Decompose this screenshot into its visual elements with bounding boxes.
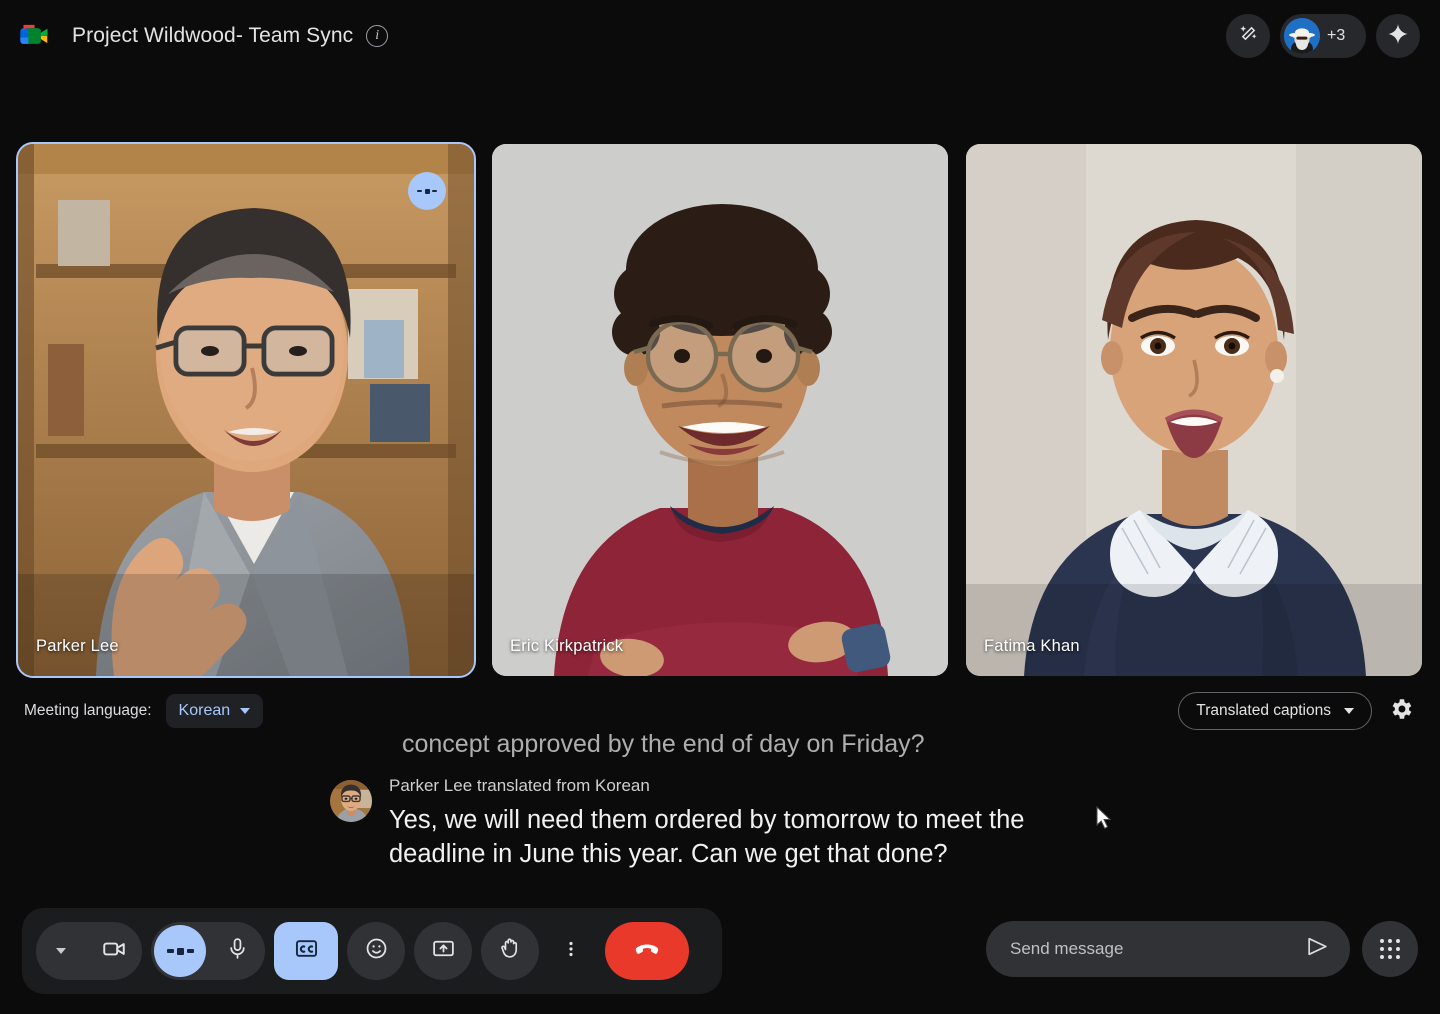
- caption-settings-button[interactable]: [1386, 696, 1416, 726]
- gear-icon: [1388, 696, 1414, 727]
- reactions-button[interactable]: [347, 922, 405, 980]
- page-title: Project Wildwood- Team Sync: [72, 24, 354, 47]
- caption-current-text: Yes, we will need them ordered by tomorr…: [389, 805, 1025, 868]
- participant-overflow-count: +3: [1327, 27, 1346, 44]
- video-feed: [966, 144, 1422, 676]
- info-icon[interactable]: i: [366, 25, 389, 47]
- raise-hand-icon: [498, 936, 523, 966]
- closed-captions-icon: [293, 935, 320, 967]
- avatar: [1284, 18, 1320, 54]
- audio-level-icon: [408, 172, 446, 210]
- meeting-language-label: Meeting language:: [24, 702, 152, 719]
- send-arrow-icon: [1305, 934, 1330, 964]
- meeting-language-value: Korean: [178, 702, 231, 719]
- gemini-button[interactable]: [1376, 14, 1420, 58]
- participant-name-label: Eric Kirkpatrick: [510, 637, 624, 655]
- top-bar-actions: +3: [1226, 14, 1420, 58]
- video-feed: [18, 144, 474, 676]
- caption-speaker-meta: Parker Lee translated from Korean: [389, 775, 650, 795]
- camera-options-button[interactable]: [36, 922, 86, 980]
- video-tile-fatima-khan[interactable]: Fatima Khan: [966, 144, 1422, 676]
- meeting-language-select[interactable]: Korean: [165, 694, 264, 728]
- meeting-control-bar: [22, 908, 722, 994]
- gemini-sparkle-icon: [1386, 22, 1410, 51]
- audio-level-icon: [154, 925, 206, 977]
- apps-button[interactable]: [1362, 921, 1418, 977]
- google-meet-logo-icon: [14, 17, 52, 55]
- camera-toggle-button[interactable]: [86, 922, 142, 980]
- top-bar: Project Wildwood- Team Sync i +3: [0, 0, 1440, 72]
- leave-call-button[interactable]: [605, 922, 689, 980]
- chevron-down-icon: [56, 948, 66, 954]
- end-call-icon: [632, 934, 662, 969]
- video-grid: Parker Lee Eric Kirkpatrick Fatima Khan: [16, 142, 1422, 678]
- microphone-toggle-button[interactable]: [209, 922, 265, 980]
- microphone-icon: [225, 936, 250, 966]
- more-vertical-icon: [561, 939, 581, 964]
- video-camera-icon: [101, 936, 127, 967]
- send-message-box[interactable]: [986, 921, 1350, 977]
- audio-level-indicator: [151, 922, 209, 980]
- caption-entry: Parker Lee translated from Korean Yes, w…: [330, 776, 1110, 871]
- chevron-down-icon: [1344, 708, 1354, 714]
- visual-effects-button[interactable]: [1226, 14, 1270, 58]
- caption-body: Parker Lee translated from Korean Yes, w…: [389, 776, 1089, 871]
- message-bar: [986, 921, 1418, 977]
- chevron-down-icon: [240, 708, 251, 714]
- mouse-pointer-icon: [1096, 805, 1113, 836]
- video-tile-eric-kirkpatrick[interactable]: Eric Kirkpatrick: [492, 144, 948, 676]
- video-tile-parker-lee[interactable]: Parker Lee: [16, 142, 476, 678]
- google-meet-window: Project Wildwood- Team Sync i +3 Parker …: [0, 0, 1440, 1014]
- video-feed: [492, 144, 948, 676]
- send-message-input[interactable]: [1010, 939, 1300, 959]
- participants-button[interactable]: +3: [1280, 14, 1366, 58]
- emoji-smiley-icon: [364, 936, 389, 966]
- microphone-control-group: [151, 922, 265, 980]
- present-screen-button[interactable]: [414, 922, 472, 980]
- present-screen-icon: [431, 936, 456, 966]
- caption-mode-value: Translated captions: [1196, 702, 1331, 719]
- parker-lee-avatar: [330, 779, 372, 822]
- raise-hand-button[interactable]: [481, 922, 539, 980]
- caption-previous-line: concept approved by the end of day on Fr…: [402, 730, 925, 758]
- caption-controls-right: Translated captions: [1178, 692, 1416, 730]
- apps-grid-icon: [1380, 939, 1400, 959]
- caption-mode-select[interactable]: Translated captions: [1178, 692, 1372, 730]
- send-message-button[interactable]: [1300, 932, 1334, 966]
- captions-toggle-button[interactable]: [274, 922, 338, 980]
- camera-control-group: [36, 922, 142, 980]
- magic-wand-icon: [1238, 23, 1259, 49]
- caption-controls-row: Meeting language: Korean Translated capt…: [0, 690, 1440, 732]
- more-options-button[interactable]: [548, 922, 594, 980]
- captions-panel: concept approved by the end of day on Fr…: [0, 728, 1440, 888]
- participant-name-label: Parker Lee: [36, 637, 119, 655]
- participant-name-label: Fatima Khan: [984, 637, 1080, 655]
